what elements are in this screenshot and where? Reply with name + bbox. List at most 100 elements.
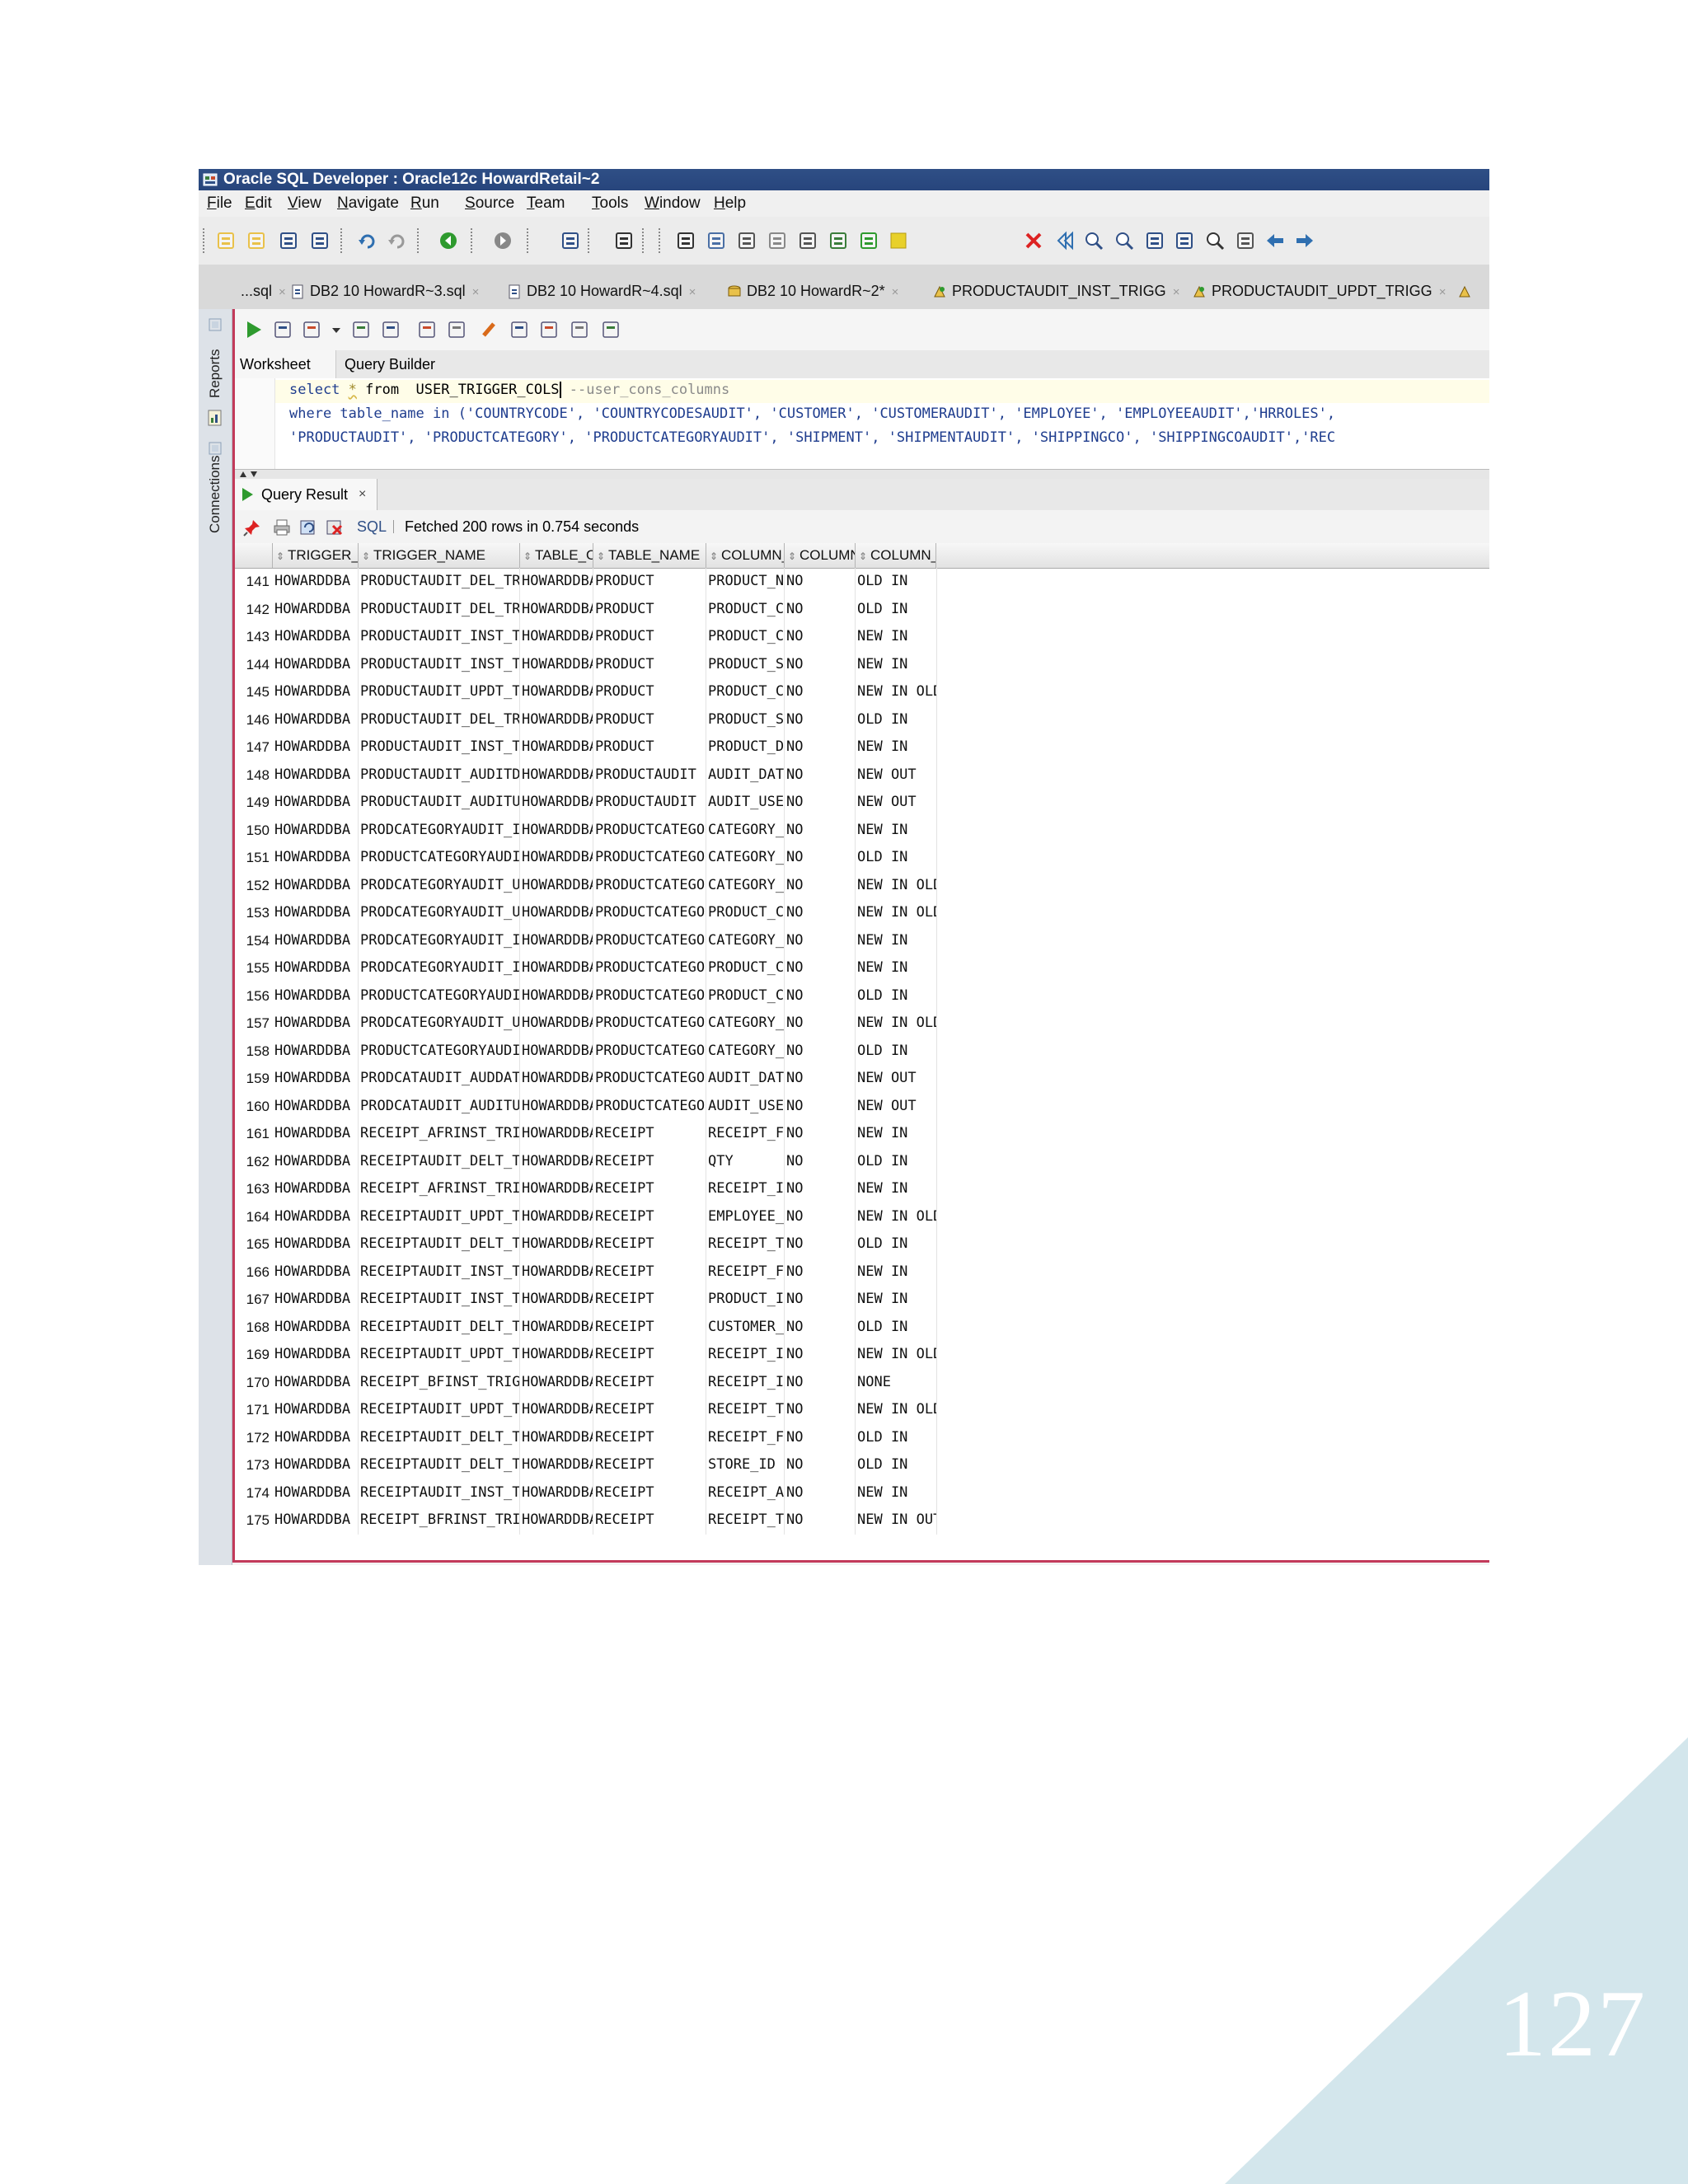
table-cell[interactable]: HOWARDDBA — [522, 927, 593, 955]
tab-editor-2[interactable]: DB2 10 HowardR~4.sql × — [507, 276, 696, 306]
table-cell[interactable]: NO — [786, 1314, 856, 1342]
sql-line-2[interactable]: where table_name in ('COUNTRYCODE', 'COU… — [289, 405, 1335, 422]
table-cell[interactable]: HOWARDDBA — [274, 1148, 359, 1176]
sort-icon[interactable]: ⇕ — [597, 544, 606, 568]
table-cell[interactable]: NEW IN OLD IN — [857, 1396, 936, 1424]
table-cell[interactable]: RECEIPTAUDIT_UPDT_TRIGG — [360, 1341, 520, 1369]
sort-icon[interactable]: ⇕ — [276, 544, 285, 568]
table-row[interactable]: 149HOWARDDBAPRODUCTAUDIT_AUDITUSER_TRGGH… — [235, 789, 1489, 817]
sql-worksheet-icon[interactable] — [560, 230, 581, 251]
pin-icon[interactable] — [243, 518, 261, 537]
table-cell[interactable]: NO — [786, 1065, 856, 1093]
sort-icon[interactable]: ⇕ — [859, 544, 868, 568]
table-cell[interactable]: NO — [786, 568, 856, 596]
table-cell[interactable]: NEW OUT — [857, 762, 936, 790]
left-arrow-icon[interactable] — [1264, 230, 1286, 251]
table-cell[interactable]: HOWARDDBA — [274, 1230, 359, 1258]
close-icon[interactable]: × — [359, 479, 366, 510]
table-cell[interactable]: RECEIPT_FI... — [708, 1258, 785, 1286]
table-cell[interactable]: HOWARDDBA — [274, 1203, 359, 1231]
table-cell[interactable]: RECEIPT_AM... — [708, 1479, 785, 1507]
tab-worksheet[interactable]: Worksheet — [235, 350, 336, 378]
table-row[interactable]: 145HOWARDDBAPRODUCTAUDIT_UPDT_TRIGGHOWAR… — [235, 678, 1489, 706]
table-cell[interactable]: PRODUCTCATEGORYAUDIT_DEL_... — [360, 982, 520, 1010]
table-cell[interactable]: HOWARDDBA — [274, 899, 359, 927]
autotrace-icon[interactable] — [301, 319, 322, 340]
table-row[interactable]: 162HOWARDDBARECEIPTAUDIT_DELT_TRIGGHOWAR… — [235, 1148, 1489, 1176]
table-cell[interactable]: HOWARDDBA — [522, 1314, 593, 1342]
table-cell[interactable]: NEW IN — [857, 954, 936, 982]
explain-plan-icon[interactable] — [380, 319, 401, 340]
table-cell[interactable]: NEW IN OLD IN — [857, 1010, 936, 1038]
tab-editor-3[interactable]: DB2 10 HowardR~2* × — [727, 276, 898, 306]
tab-close-icon[interactable]: × — [689, 285, 696, 299]
delete-icon[interactable] — [1023, 230, 1044, 251]
run-script-icon[interactable] — [272, 319, 293, 340]
uppercase-icon[interactable] — [509, 319, 530, 340]
table-cell[interactable]: RECEIPT — [595, 1451, 706, 1479]
table-cell[interactable]: RECEIPTAUDIT_INST_TRIGG — [360, 1286, 520, 1314]
table-cell[interactable]: CATEGORY_D... — [708, 927, 785, 955]
table-cell[interactable]: HOWARDDBA — [522, 651, 593, 679]
table-cell[interactable]: NO — [786, 1258, 856, 1286]
table-cell[interactable]: HOWARDDBA — [274, 623, 359, 651]
table-cell[interactable]: HOWARDDBA — [274, 927, 359, 955]
table-cell[interactable]: RECEIPT — [595, 1258, 706, 1286]
tab-query-builder[interactable]: Query Builder — [345, 350, 435, 378]
table-cell[interactable]: PRODCATEGORYAUDIT_INST_TRIGG — [360, 927, 520, 955]
table-cell[interactable]: PRODUCTAUDIT — [595, 789, 706, 817]
table-cell[interactable]: PRODUCTAUDIT_DEL_TRIGG — [360, 706, 520, 734]
fit-icon[interactable] — [1144, 230, 1165, 251]
table-cell[interactable]: RECEIPTAUDIT_UPDT_TRIGG — [360, 1396, 520, 1424]
table-cell[interactable]: RECEIPT_ID — [708, 1369, 785, 1397]
table-cell[interactable]: HOWARDDBA — [274, 1451, 359, 1479]
undo-icon[interactable] — [357, 230, 378, 251]
table-row[interactable]: 163 HOWARDDBA RECEIPT_AFRINST_TRIGG HOWARDD… — [235, 1175, 1489, 1203]
table-cell[interactable]: RECEIPT_BFINST_TRIGG — [360, 1369, 520, 1397]
table-cell[interactable]: HOWARDDBA — [522, 1341, 593, 1369]
sort-icon[interactable]: ⇕ — [523, 544, 532, 568]
table-cell[interactable]: PRODUCT — [595, 733, 706, 762]
page-icon[interactable] — [1235, 230, 1256, 251]
table-row[interactable]: 146HOWARDDBAPRODUCTAUDIT_DEL_TRIGGHOWARD… — [235, 706, 1489, 734]
note-icon[interactable] — [888, 230, 909, 251]
table-cell[interactable]: HOWARDDBA — [522, 623, 593, 651]
sql-line-3[interactable]: 'PRODUCTAUDIT', 'PRODUCTCATEGORY', 'PROD… — [289, 429, 1335, 446]
table-cell[interactable]: AUDIT_DATE — [708, 1065, 785, 1093]
table-cell[interactable]: PRODUCT — [595, 596, 706, 624]
table-cell[interactable]: HOWARDDBA — [274, 1175, 359, 1203]
table-cell[interactable]: OLD IN — [857, 982, 936, 1010]
table-cell[interactable]: OLD IN — [857, 1230, 936, 1258]
save-all-icon[interactable] — [309, 230, 331, 251]
table-cell[interactable]: RECEIPT — [595, 1479, 706, 1507]
tab-close-icon[interactable]: × — [1173, 285, 1180, 299]
table-cell[interactable]: PRODCATEGORYAUDIT_UPT_TRIGG — [360, 872, 520, 900]
menu-run[interactable]: Run — [410, 190, 439, 217]
table-cell[interactable]: OLD IN — [857, 1424, 936, 1452]
clear-icon[interactable] — [538, 319, 560, 340]
tab-editor-1[interactable]: DB2 10 HowardR~3.sql × — [290, 276, 479, 306]
table-cell[interactable]: RECEIPT — [595, 1424, 706, 1452]
table-cell[interactable]: RECEIPTAUDIT_DELT_TRIGG — [360, 1451, 520, 1479]
table-cell[interactable]: HOWARDDBA — [274, 1038, 359, 1066]
table-cell[interactable]: HOWARDDBA — [274, 568, 359, 596]
connections-panel-tab[interactable]: Connections — [207, 455, 223, 533]
table-cell[interactable]: HOWARDDBA — [522, 762, 593, 790]
pointer-icon[interactable] — [675, 230, 696, 251]
sql-link[interactable]: SQL — [357, 510, 387, 543]
table-cell[interactable]: NO — [786, 1038, 856, 1066]
table-row[interactable]: 144HOWARDDBAPRODUCTAUDIT_INST_TRIGGHOWAR… — [235, 651, 1489, 679]
rollback-icon[interactable] — [446, 319, 467, 340]
table-cell[interactable]: NEW IN — [857, 817, 936, 845]
format-icon[interactable] — [479, 319, 500, 340]
table-cell[interactable]: OLD IN — [857, 706, 936, 734]
table-cell[interactable]: OLD IN — [857, 1148, 936, 1176]
table-cell[interactable]: NEW IN — [857, 1258, 936, 1286]
zoom-in-icon[interactable] — [1083, 230, 1104, 251]
table-cell[interactable]: HOWARDDBA — [274, 762, 359, 790]
table-cell[interactable]: PRODUCTAUDIT_INST_TRIGG — [360, 733, 520, 762]
table-cell[interactable]: HOWARDDBA — [522, 1507, 593, 1535]
table-cell[interactable]: PRODUCT_SIZE — [708, 651, 785, 679]
table-cell[interactable]: HOWARDDBA — [522, 1479, 593, 1507]
table-cell[interactable]: NO — [786, 789, 856, 817]
